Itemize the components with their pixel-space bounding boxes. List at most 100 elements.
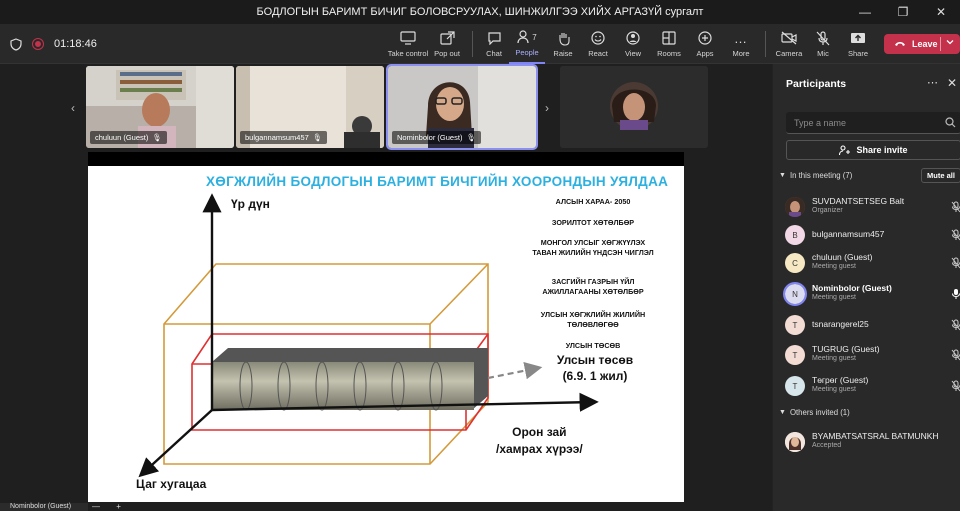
mic-icon: 🎙 bbox=[312, 133, 323, 142]
level-five-year-direction: МОНГОЛ УЛСЫГ ХӨГЖҮҮЛЭХ ТАВАН ЖИЛИЙН ҮНДС… bbox=[532, 238, 654, 257]
mic-off-icon bbox=[951, 380, 960, 392]
z-axis-label: Орон зай /хамрах хүрээ/ bbox=[496, 425, 583, 456]
avatar: T bbox=[785, 376, 805, 396]
mic-off-icon bbox=[816, 30, 830, 46]
restore-button[interactable]: ❐ bbox=[884, 0, 922, 24]
more-button[interactable]: … More bbox=[723, 24, 759, 64]
avatar: T bbox=[785, 315, 805, 335]
participant-row[interactable]: N Nominbolor (Guest) Meeting guest bbox=[783, 281, 960, 307]
people-button[interactable]: 7 People bbox=[509, 24, 545, 64]
share-icon bbox=[850, 30, 866, 46]
apps-button[interactable]: Apps bbox=[687, 24, 723, 64]
chevron-right-icon[interactable]: › bbox=[540, 98, 554, 118]
dashed-arrow bbox=[487, 361, 543, 380]
level-government-program: ЗАСГИЙН ГАЗРЫН ҮЙЛ АЖИЛЛАГААНЫ ХӨТӨЛБӨР bbox=[542, 277, 644, 296]
chevron-down-icon[interactable] bbox=[945, 37, 955, 49]
mic-icon: 🎙 bbox=[466, 133, 476, 142]
participant-row[interactable]: T TUGRUG (Guest) Meeting guest bbox=[785, 342, 960, 368]
mute-all-button[interactable]: Mute all bbox=[921, 168, 960, 183]
participant-row[interactable]: B bulgannamsum457 bbox=[785, 222, 960, 248]
view-button[interactable]: View bbox=[615, 24, 651, 64]
video-tile-chuluun[interactable]: chuluun (Guest) 🎙 bbox=[86, 66, 234, 148]
mic-off-icon bbox=[951, 201, 960, 213]
rooms-icon bbox=[662, 30, 676, 46]
chat-icon bbox=[487, 30, 502, 46]
in-meeting-section-header[interactable]: ▼ In this meeting (7) bbox=[779, 171, 852, 180]
title-bar: БОДЛОГЫН БАРИМТ БИЧИГ БОЛОВСРУУЛАХ, ШИНЖ… bbox=[0, 0, 960, 24]
participant-search-input[interactable]: Type a name bbox=[786, 112, 960, 134]
shared-slide[interactable]: ХӨГЖЛИЙН БОДЛОГЫН БАРИМТ БИЧГИЙН ХООРОНД… bbox=[88, 166, 684, 502]
policy-diagram bbox=[138, 193, 599, 478]
leave-button[interactable]: Leave bbox=[884, 34, 960, 54]
invited-participant-row[interactable]: BYAMBATSATSRAL BATMUNKH Accepted bbox=[785, 429, 960, 455]
mic-off-icon bbox=[951, 319, 960, 331]
avatar: N bbox=[783, 282, 807, 306]
mic-off-icon bbox=[951, 257, 960, 269]
people-icon: 7 bbox=[517, 29, 537, 45]
raise-hand-button[interactable]: Raise bbox=[545, 24, 581, 64]
chevron-down-icon: ▼ bbox=[779, 409, 786, 416]
level-target-program: ЗОРИЛТОТ ХӨТӨЛБӨР bbox=[551, 218, 635, 227]
meeting-timer: 01:18:46 bbox=[54, 38, 97, 50]
pop-out-icon bbox=[439, 30, 455, 46]
search-icon bbox=[945, 117, 956, 128]
video-tile-nominbolor[interactable]: Nominbolor (Guest) 🎙 bbox=[386, 64, 538, 150]
hang-up-icon bbox=[894, 39, 906, 49]
budget-cylinders bbox=[212, 348, 488, 411]
zoom-in-icon[interactable]: + bbox=[116, 502, 121, 511]
close-window-button[interactable]: ✕ bbox=[922, 0, 960, 24]
mic-icon: 🎙 bbox=[152, 133, 162, 142]
share-invite-icon bbox=[839, 144, 851, 155]
participant-video bbox=[560, 66, 708, 148]
participant-row[interactable]: SUVDANTSETSEG Balt Organizer bbox=[785, 194, 960, 220]
raise-hand-icon bbox=[557, 30, 570, 46]
leave-split-divider bbox=[940, 37, 941, 51]
mic-off-icon bbox=[951, 349, 960, 361]
minimize-button[interactable]: — bbox=[846, 0, 884, 24]
window-title: БОДЛОГЫН БАРИМТ БИЧИГ БОЛОВСРУУЛАХ, ШИНЖ… bbox=[256, 6, 704, 18]
pop-out-button[interactable]: Pop out bbox=[428, 24, 466, 64]
presenter-name-tag: Nominbolor (Guest) bbox=[0, 503, 88, 511]
more-icon: … bbox=[734, 30, 748, 46]
level-vision-2050: АЛСЫН ХАРАА- 2050 bbox=[555, 197, 631, 206]
share-button[interactable]: Share bbox=[840, 24, 876, 64]
take-control-icon bbox=[400, 30, 416, 46]
level-annual-plan: УЛСЫН ХӨГЖЛИЙН ЖИЛИЙН ТӨЛӨВЛӨГӨӨ bbox=[540, 310, 646, 329]
others-invited-section-header[interactable]: ▼ Others invited (1) bbox=[779, 408, 850, 417]
share-invite-button[interactable]: Share invite bbox=[786, 140, 960, 160]
budget-callout: Улсын төсөв (6.9. 1 жил) bbox=[556, 353, 634, 383]
apps-icon bbox=[698, 30, 712, 46]
participant-name-tag: chuluun (Guest) 🎙 bbox=[90, 131, 167, 144]
more-options-icon[interactable]: ⋯ bbox=[927, 76, 938, 89]
video-tile-organizer[interactable] bbox=[560, 66, 708, 148]
participant-row[interactable]: C chuluun (Guest) Meeting guest bbox=[785, 250, 960, 276]
video-tile-bulgannamsum[interactable]: bulgannamsum457 🎙 bbox=[236, 66, 384, 148]
react-icon bbox=[591, 30, 605, 46]
mic-on-icon bbox=[952, 289, 960, 299]
screen-share-top-bar bbox=[88, 152, 684, 166]
participant-row[interactable]: T tsnarangerel25 bbox=[785, 312, 960, 338]
teams-window: БОДЛОГЫН БАРИМТ БИЧИГ БОЛОВСРУУЛАХ, ШИНЖ… bbox=[0, 0, 960, 511]
avatar: C bbox=[785, 253, 805, 273]
react-button[interactable]: React bbox=[581, 24, 615, 64]
rooms-button[interactable]: Rooms bbox=[651, 24, 687, 64]
close-icon[interactable]: ✕ bbox=[947, 76, 957, 90]
recording-icon bbox=[32, 38, 44, 50]
toolbar-actions: Take control Pop out Chat 7 People Raise bbox=[388, 24, 876, 64]
chevron-down-icon: ▼ bbox=[779, 172, 786, 179]
toolbar-divider bbox=[472, 31, 473, 57]
avatar: T bbox=[785, 345, 805, 365]
avatar bbox=[785, 197, 805, 217]
window-controls: — ❐ ✕ bbox=[846, 0, 960, 24]
zoom-out-icon[interactable]: — bbox=[92, 502, 100, 511]
y-axis-label: Үр дүн bbox=[231, 197, 270, 211]
meeting-toolbar: 01:18:46 Take control Pop out Chat 7 Peo… bbox=[0, 24, 960, 64]
participant-row[interactable]: T Tөгрөг (Guest) Meeting guest bbox=[785, 373, 960, 399]
participants-panel: Participants ⋯ ✕ Type a name Share invit… bbox=[772, 64, 960, 511]
chevron-left-icon[interactable]: ‹ bbox=[66, 98, 80, 118]
camera-button[interactable]: Camera bbox=[772, 24, 806, 64]
mic-button[interactable]: Mic bbox=[806, 24, 840, 64]
chat-button[interactable]: Chat bbox=[479, 24, 509, 64]
take-control-button[interactable]: Take control bbox=[388, 24, 428, 64]
participant-name-tag: bulgannamsum457 🎙 bbox=[240, 131, 328, 144]
